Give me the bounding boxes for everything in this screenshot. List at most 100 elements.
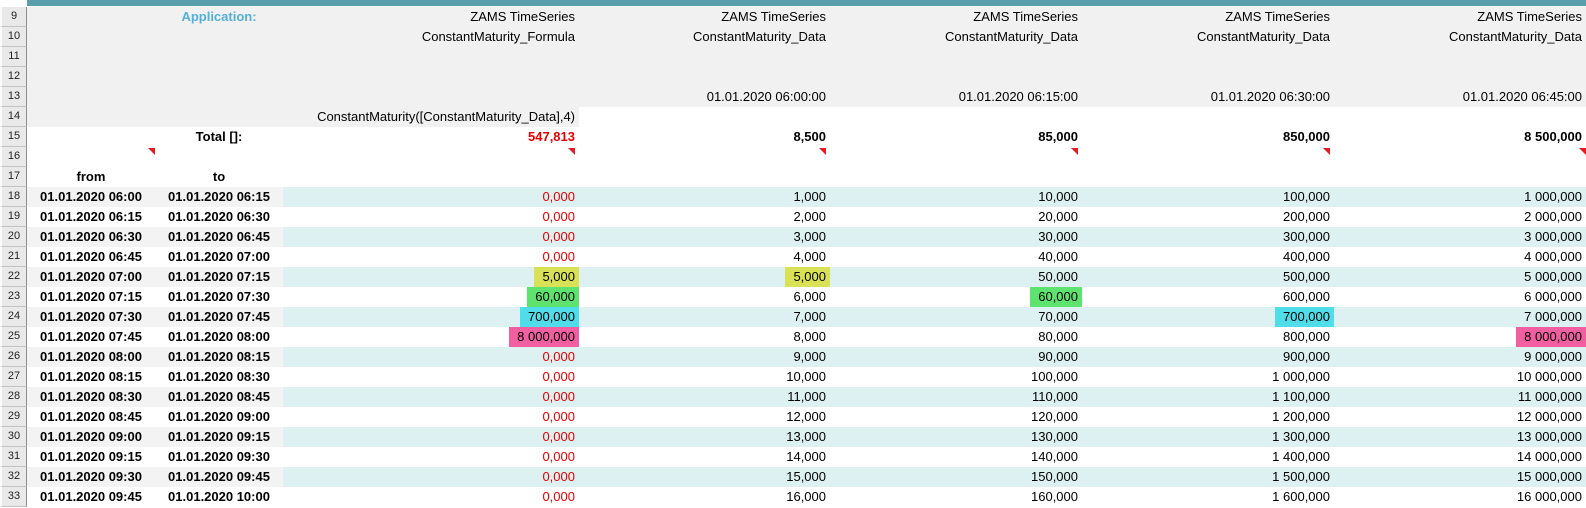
cell-series-3-value[interactable]: 1 200,000 (1082, 407, 1334, 427)
cell-series-1-value[interactable]: 7,000 (579, 307, 830, 327)
cell-to[interactable]: 01.01.2020 08:15 (155, 347, 283, 367)
empty-cell[interactable] (1334, 107, 1586, 127)
cell-series-1-value[interactable]: 11,000 (579, 387, 830, 407)
row-header[interactable]: 21 (0, 247, 27, 267)
cell-app-formula-col[interactable]: ZAMS TimeSeries (283, 7, 579, 27)
cell-app-data-col-3[interactable]: ZAMS TimeSeries (1082, 7, 1334, 27)
empty-cell[interactable] (1082, 67, 1334, 87)
row-header-15[interactable]: 15 (0, 127, 27, 147)
cell-from[interactable]: 01.01.2020 09:30 (27, 467, 155, 487)
cell-total-data-1[interactable]: 8,500 (579, 127, 830, 147)
cell-formula-value[interactable]: 0,000 (283, 487, 579, 507)
empty-cell[interactable] (27, 87, 155, 107)
cell-series-2-value[interactable]: 140,000 (830, 447, 1082, 467)
empty-cell[interactable] (283, 87, 579, 107)
cell-timestamp-3[interactable]: 01.01.2020 06:30:00 (1082, 87, 1334, 107)
cell-formula-value[interactable]: 0,000 (283, 427, 579, 447)
cell-series-2-value[interactable]: 100,000 (830, 367, 1082, 387)
cell-formula-value[interactable]: 0,000 (283, 247, 579, 267)
cell-name-data-col-2[interactable]: ConstantMaturity_Data (830, 27, 1082, 47)
empty-cell[interactable] (27, 147, 155, 167)
cell-to[interactable]: 01.01.2020 09:30 (155, 447, 283, 467)
cell-to[interactable]: 01.01.2020 09:00 (155, 407, 283, 427)
cell-series-3-value[interactable]: 1 500,000 (1082, 467, 1334, 487)
cell-to[interactable]: 01.01.2020 06:45 (155, 227, 283, 247)
empty-cell[interactable] (1082, 47, 1334, 67)
cell-series-4-value[interactable]: 10 000,000 (1334, 367, 1586, 387)
empty-cell[interactable] (27, 27, 155, 47)
cell-series-4-value[interactable]: 9 000,000 (1334, 347, 1586, 367)
totals-label[interactable]: Total []: (155, 127, 283, 147)
row-header[interactable]: 24 (0, 307, 27, 327)
row-header-14[interactable]: 14 (0, 107, 27, 127)
empty-cell[interactable] (27, 47, 155, 67)
row-header-10[interactable]: 10 (0, 27, 27, 47)
empty-cell[interactable] (27, 107, 155, 127)
empty-cell[interactable] (155, 67, 283, 87)
cell-timestamp-1[interactable]: 01.01.2020 06:00:00 (579, 87, 830, 107)
cell-series-3-value[interactable]: 700,000 (1082, 307, 1334, 327)
empty-cell[interactable] (579, 147, 830, 167)
cell-from[interactable]: 01.01.2020 07:30 (27, 307, 155, 327)
cell-to[interactable]: 01.01.2020 09:45 (155, 467, 283, 487)
row-header-16[interactable]: 16 (0, 147, 27, 167)
empty-cell[interactable] (155, 47, 283, 67)
empty-cell[interactable] (830, 107, 1082, 127)
cell-formula-value[interactable]: 0,000 (283, 227, 579, 247)
cell-series-3-value[interactable]: 1 300,000 (1082, 427, 1334, 447)
empty-cell[interactable] (27, 127, 155, 147)
cell-series-1-value[interactable]: 16,000 (579, 487, 830, 507)
row-header[interactable]: 19 (0, 207, 27, 227)
empty-cell[interactable] (1082, 147, 1334, 167)
cell-series-3-value[interactable]: 900,000 (1082, 347, 1334, 367)
cell-series-4-value[interactable]: 6 000,000 (1334, 287, 1586, 307)
cell-series-2-value[interactable]: 60,000 (830, 287, 1082, 307)
cell-to[interactable]: 01.01.2020 06:30 (155, 207, 283, 227)
empty-cell[interactable] (579, 47, 830, 67)
cell-to[interactable]: 01.01.2020 06:15 (155, 187, 283, 207)
cell-series-1-value[interactable]: 13,000 (579, 427, 830, 447)
from-column-header[interactable]: from (27, 167, 155, 187)
cell-formula-value[interactable]: 0,000 (283, 387, 579, 407)
cell-to[interactable]: 01.01.2020 07:30 (155, 287, 283, 307)
cell-series-1-value[interactable]: 9,000 (579, 347, 830, 367)
row-header[interactable]: 26 (0, 347, 27, 367)
cell-series-4-value[interactable]: 1 000,000 (1334, 187, 1586, 207)
empty-cell[interactable] (27, 67, 155, 87)
cell-series-1-value[interactable]: 6,000 (579, 287, 830, 307)
empty-cell[interactable] (579, 107, 830, 127)
empty-cell[interactable] (27, 7, 155, 27)
row-header[interactable]: 25 (0, 327, 27, 347)
cell-series-1-value[interactable]: 14,000 (579, 447, 830, 467)
cell-series-2-value[interactable]: 120,000 (830, 407, 1082, 427)
cell-series-3-value[interactable]: 200,000 (1082, 207, 1334, 227)
application-label[interactable]: Application: (155, 7, 283, 27)
empty-cell[interactable] (283, 47, 579, 67)
empty-cell[interactable] (1334, 67, 1586, 87)
cell-timestamp-2[interactable]: 01.01.2020 06:15:00 (830, 87, 1082, 107)
cell-series-1-value[interactable]: 8,000 (579, 327, 830, 347)
cell-app-data-col-2[interactable]: ZAMS TimeSeries (830, 7, 1082, 27)
empty-cell[interactable] (283, 147, 579, 167)
empty-cell[interactable] (1334, 167, 1586, 187)
cell-from[interactable]: 01.01.2020 08:45 (27, 407, 155, 427)
cell-series-1-value[interactable]: 3,000 (579, 227, 830, 247)
cell-from[interactable]: 01.01.2020 09:45 (27, 487, 155, 507)
cell-to[interactable]: 01.01.2020 07:00 (155, 247, 283, 267)
cell-name-formula-col[interactable]: ConstantMaturity_Formula (283, 27, 579, 47)
cell-to[interactable]: 01.01.2020 10:00 (155, 487, 283, 507)
cell-series-3-value[interactable]: 300,000 (1082, 227, 1334, 247)
row-header[interactable]: 29 (0, 407, 27, 427)
empty-cell[interactable] (155, 87, 283, 107)
row-header[interactable]: 27 (0, 367, 27, 387)
cell-name-data-col-1[interactable]: ConstantMaturity_Data (579, 27, 830, 47)
empty-cell[interactable] (1082, 107, 1334, 127)
cell-series-1-value[interactable]: 15,000 (579, 467, 830, 487)
empty-cell[interactable] (830, 67, 1082, 87)
cell-name-data-col-3[interactable]: ConstantMaturity_Data (1082, 27, 1334, 47)
row-header-13[interactable]: 13 (0, 87, 27, 107)
cell-series-3-value[interactable]: 600,000 (1082, 287, 1334, 307)
cell-series-3-value[interactable]: 1 400,000 (1082, 447, 1334, 467)
cell-series-2-value[interactable]: 70,000 (830, 307, 1082, 327)
cell-total-data-2[interactable]: 85,000 (830, 127, 1082, 147)
